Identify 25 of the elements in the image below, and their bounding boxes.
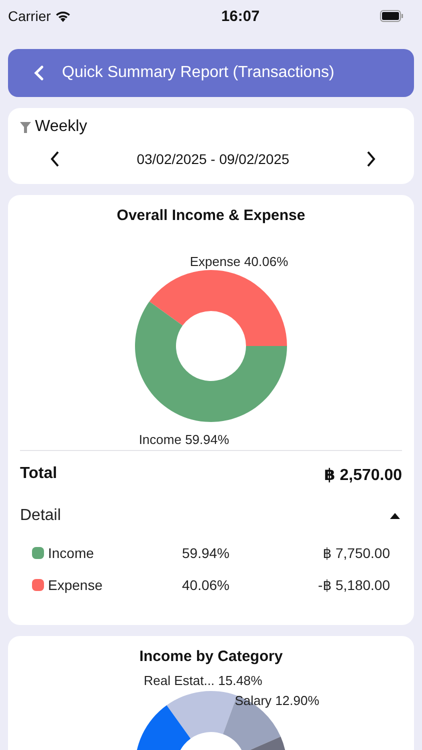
chart-title: Income by Category	[138, 647, 284, 665]
category-percent: 40.06%	[182, 577, 230, 593]
category-name: Income	[48, 545, 94, 561]
slice-label: Salary 12.90%	[234, 693, 320, 708]
back-button[interactable]	[32, 63, 46, 83]
category-amount: ฿ 7,750.00	[322, 544, 390, 562]
category-amount: -฿ 5,180.00	[318, 576, 390, 594]
category-name: Expense	[48, 577, 102, 593]
date-range: 03/02/2025 - 09/02/2025	[136, 151, 290, 167]
slice-label: Income 59.94%	[138, 432, 230, 447]
period-label[interactable]: Weekly	[35, 118, 88, 136]
total-label: Total	[20, 465, 58, 484]
collapse-toggle[interactable]	[390, 513, 400, 519]
wifi-icon	[54, 10, 71, 22]
category-percent: 59.94%	[182, 545, 230, 561]
carrier-label: Carrier	[8, 8, 51, 24]
status-time: 16:07	[221, 8, 260, 24]
battery-icon	[380, 10, 404, 22]
slice-label: Expense 40.06%	[190, 254, 288, 269]
total-amount: ฿ 2,570.00	[324, 466, 402, 485]
header-title: Quick Summary Report (Transactions)	[62, 64, 334, 82]
slice-label: Real Estat... 15.48%	[144, 673, 262, 688]
chart-title: Overall Income & Expense	[116, 206, 306, 224]
detail-label: Detail	[20, 507, 61, 525]
filter-icon	[20, 122, 31, 132]
